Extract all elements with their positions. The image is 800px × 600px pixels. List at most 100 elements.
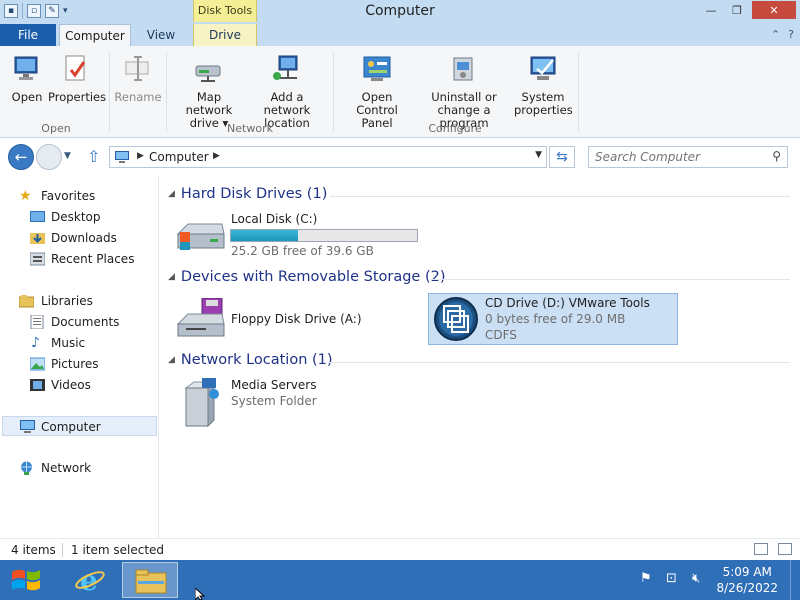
nav-libraries[interactable]: Libraries — [0, 291, 158, 311]
group-separator — [109, 52, 110, 132]
collapse-chevron-icon[interactable]: ◢ — [168, 355, 175, 365]
tab-drive[interactable]: Drive — [193, 24, 257, 46]
rename-icon — [125, 56, 149, 81]
nav-recent-places[interactable]: Recent Places — [0, 249, 158, 269]
volume-muted-icon[interactable]: 🔇︎ — [692, 571, 708, 587]
libraries-icon — [19, 295, 34, 308]
properties-button[interactable]: Properties — [48, 54, 106, 104]
recent-places-icon — [30, 252, 45, 266]
title-bar: ▪ ▫ ✎ ▾ Disk Tools Computer — ❐ ✕ — [0, 0, 800, 24]
up-button[interactable]: ⇧ — [87, 147, 100, 166]
hard-drive-icon — [176, 223, 225, 250]
up-arrow-icon: ⇧ — [87, 147, 101, 166]
drive-name: CD Drive (D:) VMware Tools — [485, 296, 650, 310]
collapse-chevron-icon[interactable]: ◢ — [168, 272, 175, 282]
nav-desktop[interactable]: Desktop — [0, 207, 158, 227]
search-input[interactable] — [589, 147, 759, 167]
add-network-location-button[interactable]: Add a network location — [248, 54, 326, 130]
nav-pictures[interactable]: Pictures — [0, 354, 158, 374]
forward-button[interactable] — [36, 144, 62, 170]
close-button[interactable]: ✕ — [752, 1, 796, 19]
ribbon: Open Properties Rename Open Map network … — [0, 46, 800, 138]
nav-computer[interactable]: Computer — [2, 416, 157, 436]
open-icon — [14, 56, 38, 80]
nav-music[interactable]: ♪ Music — [0, 333, 158, 353]
address-history-dropdown[interactable]: ▼ — [535, 150, 542, 160]
tab-file[interactable]: File — [0, 24, 56, 46]
drive-tile-local-disk-c[interactable]: Local Disk (C:) 25.2 GB free of 39.6 GB — [176, 210, 426, 260]
system-properties-icon — [530, 56, 556, 80]
nav-downloads[interactable]: Downloads — [0, 228, 158, 248]
drive-tile-cd-d[interactable]: CD Drive (D:) VMware Tools 0 bytes free … — [428, 293, 678, 345]
nav-videos[interactable]: Videos — [0, 375, 158, 395]
group-header-hard-disk-drives[interactable]: ◢ Hard Disk Drives (1) — [168, 186, 327, 202]
network-status-icon[interactable]: ⊡ — [666, 571, 682, 587]
refresh-button[interactable]: ⇆ — [549, 146, 575, 168]
taskbar-file-explorer[interactable] — [122, 562, 178, 598]
start-button[interactable] — [10, 566, 42, 594]
computer-icon — [115, 151, 129, 163]
videos-icon — [30, 379, 45, 391]
network-icon — [21, 461, 32, 475]
group-header-removable-storage[interactable]: ◢ Devices with Removable Storage (2) — [168, 269, 446, 285]
desktop-icon — [30, 211, 45, 222]
minimize-button[interactable]: — — [698, 1, 724, 19]
drive-name: Floppy Disk Drive (A:) — [231, 312, 362, 326]
group-label-configure: Configure — [428, 122, 482, 135]
map-network-drive-button[interactable]: Map network drive ▾ — [172, 54, 246, 130]
nav-favorites[interactable]: ★ Favorites — [0, 186, 158, 206]
location-tile-media-servers[interactable]: Media Servers System Folder — [176, 376, 426, 428]
taskbar-internet-explorer[interactable]: e — [62, 562, 118, 598]
details-view-icon[interactable] — [754, 543, 768, 555]
music-icon: ♪ — [31, 335, 40, 351]
nav-network[interactable]: Network — [0, 458, 158, 478]
computer-icon — [20, 420, 35, 433]
star-icon: ★ — [19, 188, 32, 204]
add-network-location-icon — [273, 55, 298, 80]
open-button[interactable]: Open — [8, 54, 46, 104]
clock[interactable]: 5:09 AM 8/26/2022 — [716, 564, 778, 596]
tab-computer[interactable]: Computer — [59, 24, 131, 46]
internet-explorer-icon: e — [75, 566, 105, 594]
system-tray: ⚑ ⊡ 🔇︎ — [640, 571, 708, 587]
address-bar[interactable]: ▶ Computer ▶ ▼ — [109, 146, 547, 168]
group-separator — [166, 52, 167, 132]
ribbon-tab-row: File Computer View Drive ⌃ ? — [0, 24, 800, 46]
drive-name: Local Disk (C:) — [231, 212, 318, 226]
system-properties-button[interactable]: System properties — [514, 54, 573, 117]
rename-button[interactable]: Rename — [114, 54, 162, 104]
group-header-network-location[interactable]: ◢ Network Location (1) — [168, 352, 333, 368]
drive-tile-floppy-a[interactable]: Floppy Disk Drive (A:) — [176, 294, 426, 344]
search-icon[interactable]: ⚲ — [772, 149, 781, 163]
back-button[interactable]: ← — [8, 144, 34, 170]
file-explorer-icon — [135, 569, 167, 594]
maximize-button[interactable]: ❐ — [724, 1, 750, 19]
breadcrumb-separator-icon[interactable]: ▶ — [213, 151, 220, 161]
documents-icon — [30, 315, 44, 329]
status-bar: 4 items 1 item selected — [0, 538, 800, 560]
mouse-pointer-icon — [195, 588, 206, 600]
nav-documents[interactable]: Documents — [0, 312, 158, 332]
group-separator — [333, 52, 334, 132]
clock-time: 5:09 AM — [722, 565, 772, 579]
group-label-network: Network — [227, 122, 273, 135]
show-desktop-button[interactable] — [790, 560, 800, 600]
collapse-chevron-icon[interactable]: ◢ — [168, 189, 175, 199]
uninstall-icon — [453, 57, 473, 81]
open-control-panel-button[interactable]: Open Control Panel — [340, 54, 414, 130]
location-type: System Folder — [231, 394, 317, 408]
properties-icon — [65, 55, 86, 81]
tab-view[interactable]: View — [138, 24, 184, 46]
breadcrumb[interactable]: Computer — [149, 150, 209, 164]
recent-locations-dropdown[interactable]: ▼ — [64, 151, 71, 161]
navigation-bar: ← ▼ ⇧ ▶ Computer ▶ ▼ ⇆ ⚲ — [0, 139, 800, 175]
breadcrumb-separator-icon[interactable]: ▶ — [137, 151, 144, 161]
large-icons-view-icon[interactable] — [778, 543, 792, 555]
uninstall-program-button[interactable]: Uninstall or change a program — [416, 54, 512, 130]
help-icon[interactable]: ? — [788, 28, 794, 41]
action-center-flag-icon[interactable]: ⚑ — [640, 571, 656, 587]
map-network-drive-icon — [195, 65, 221, 82]
taskbar: e ⚑ ⊡ 🔇︎ 5:09 AM 8/26/2022 — [0, 560, 800, 600]
minimize-ribbon-icon[interactable]: ⌃ — [771, 28, 780, 41]
svg-text:e: e — [80, 566, 98, 594]
